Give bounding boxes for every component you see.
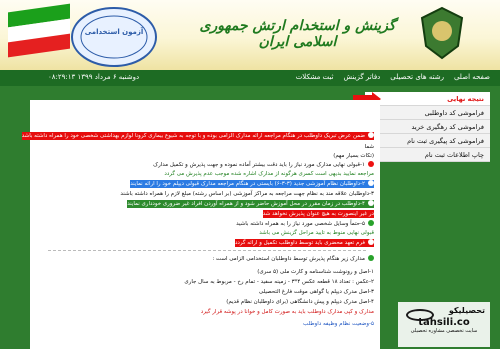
nav-home[interactable]: صفحه اصلی (454, 73, 490, 81)
army-emblem-icon (420, 6, 464, 60)
document-item: ۳-اصل مدرک دیپلم یا گواهی موقت فارغ التح… (258, 289, 374, 295)
watermark-brand: تحصیلیکو (448, 306, 485, 315)
content-line: مراجعه نمایید بدیهی است کسری هرگونه از م… (164, 171, 374, 177)
document-item: ۲-عکس : تعداد ۱۸ قطعه عکس ۴*۳ - زمینه سف… (184, 279, 374, 285)
section-heading: مدارک زیر هنگام پذیرش توسط داوطلبان استخ… (212, 255, 374, 263)
sidebar-item-forgot-tracking-code[interactable]: فراموشی کد رهگیری خرید (365, 120, 490, 134)
divider (48, 250, 366, 251)
main-content: ضمن عرض تبریک داوطلب در هنگام مراجعه ارا… (21, 100, 380, 349)
content-line: ۳-داوطلبان علاقه مند به نظام جهت مراجعه … (120, 191, 374, 197)
sidebar-item-forgot-applicant-code[interactable]: فراموشی کد داوطلبی (365, 106, 490, 120)
sidebar-item-final-result[interactable]: نتیجه نهایی (365, 92, 490, 106)
content-line: قبولی نهایی منوط به تایید مراحل گزینش می… (259, 230, 374, 236)
sidebar-item-print-registration[interactable]: چاپ اطلاعات ثبت نام (365, 148, 490, 162)
nav-majors[interactable]: رشته های تحصیلی (390, 73, 444, 81)
content-line: (تکات بسیار مهم) (333, 153, 374, 159)
nav-problems[interactable]: ثبت مشکلات (296, 73, 334, 81)
current-date: دوشنبه ۶ مرداد ۱۳۹۹ ۰۸:۲۹:۱۳ (48, 73, 140, 81)
tahsili-logo-icon (406, 309, 434, 321)
document-item: ۱-اصل و رونوشت شناسنامه و کارت ملی (۵ سر… (257, 269, 374, 275)
info-bar: ۲-داوطلبان نظام آموزشی جدید (۳-۳-۶) بایس… (130, 180, 374, 188)
alert-covid: ضمن عرض تبریک داوطلب در هنگام مراجعه ارا… (21, 132, 374, 140)
success-bar: ۴-داوطلب در زمان مقرر در محل آموزش حاضر … (127, 200, 374, 208)
warning-bar: در غیر اینصورت به هیچ عنوان پذیرش نخواهد… (262, 210, 374, 218)
document-note: مدارک و کپی مدارک داوطلب باید به صورت کا… (200, 309, 374, 315)
content-line: ۵-حتماً وسایل شخصی مورد نیاز را به همراه… (236, 220, 374, 228)
nav-offices[interactable]: دفاتر گزینش (343, 73, 380, 81)
document-item: ۵-وضعیت نظام وظیفه داوطلب (302, 321, 374, 327)
watermark-subtitle: سایت تخصصی مشاوره تحصیلی (410, 328, 478, 334)
content-line: شما (364, 144, 374, 150)
tahsili-watermark: تحصیلیکو tahsili.co سایت تخصصی مشاوره تح… (398, 302, 490, 347)
top-navigation: صفحه اصلی رشته های تحصیلی دفاتر گزینش ثب… (0, 70, 500, 86)
iran-flag-icon (8, 3, 70, 59)
site-header: آزمون استخدامی گزینش و استخدام ارتش جمهو… (0, 0, 500, 70)
logo-text: آزمون استخدامی (84, 28, 144, 36)
warning-bar: فرم تعهد محضری باید توسط داوطلب تکمیل و … (234, 239, 374, 247)
document-item: ۴-اصل مدرک دیپلم و پیش دانشگاهی (برای دا… (226, 299, 374, 305)
sidebar-item-forgot-registration-code[interactable]: فراموشی کد پیگیری ثبت نام (365, 134, 490, 148)
page-title: گزینش و استخدام ارتش جمهوری اسلامی ایران (199, 18, 396, 50)
sidebar: نتیجه نهایی فراموشی کد داوطلبی فراموشی ک… (365, 92, 490, 162)
content-line: ۱-قبولی نهایی مدارک مورد نیاز را باید دق… (153, 161, 374, 169)
exam-logo-icon (71, 7, 157, 67)
